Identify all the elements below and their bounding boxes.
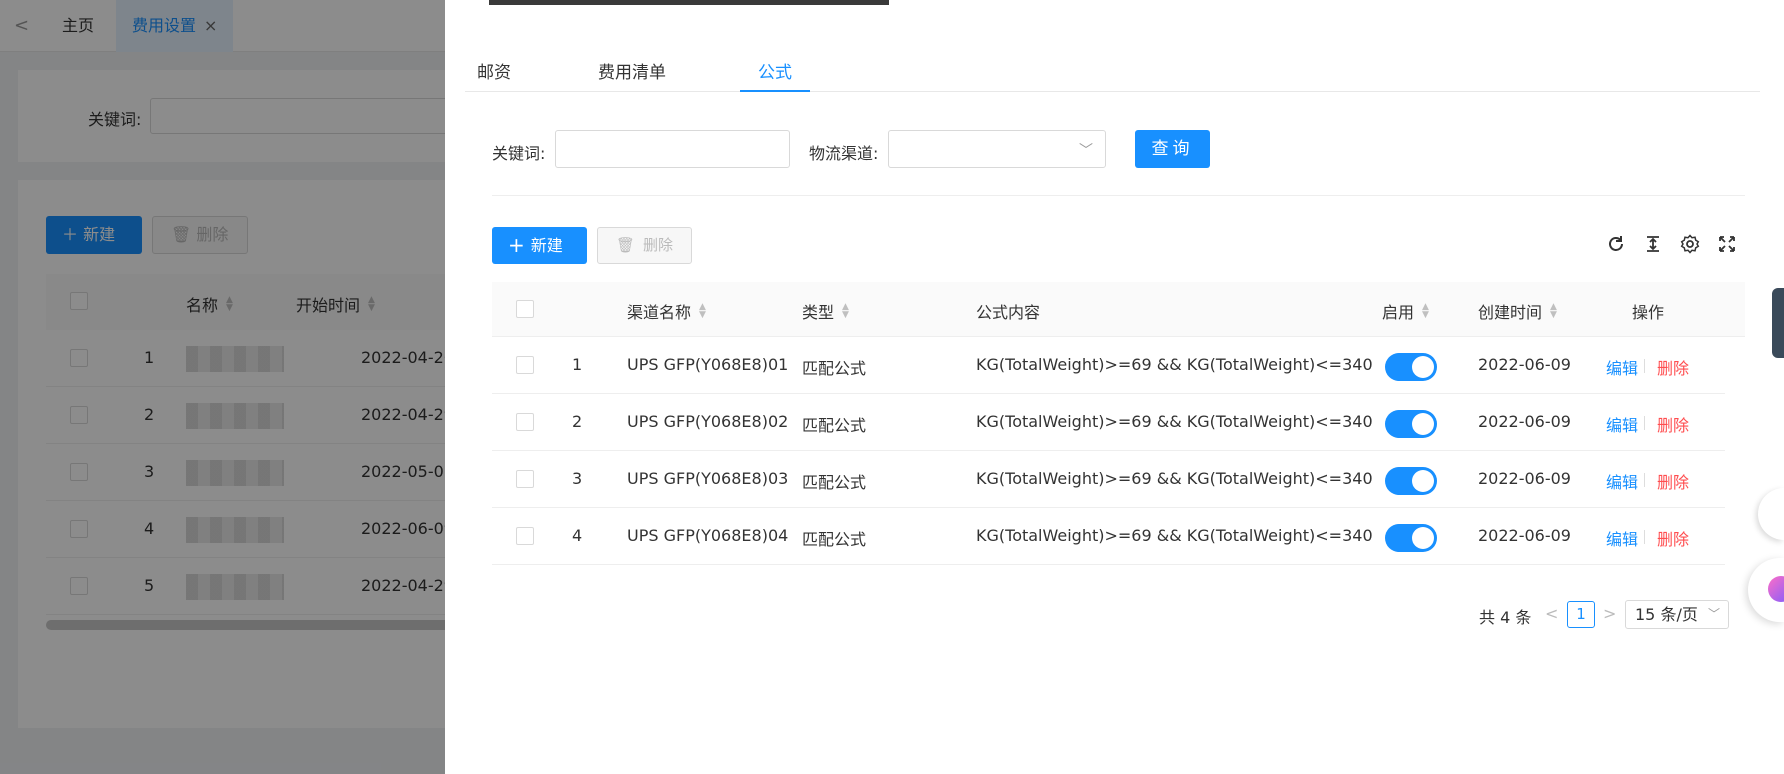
row-index: 4 (572, 526, 583, 545)
new-button[interactable]: + 新建 (492, 227, 587, 264)
row-channel: UPS GFP(Y068E8)01 (627, 355, 789, 374)
edit-link[interactable]: 编辑 (1606, 526, 1638, 550)
trash-icon: 🗑 (616, 236, 636, 254)
page-size-value: 15 条/页 (1635, 605, 1698, 624)
chevron-down-icon: ﹀ (1707, 607, 1720, 621)
delete-link[interactable]: 删除 (1657, 412, 1689, 436)
row-checkbox[interactable] (516, 527, 534, 545)
drawer-top-strip (489, 0, 889, 5)
action-separator (1644, 359, 1645, 373)
row-created: 2022-06-09 (1478, 469, 1571, 488)
table-row: 1 UPS GFP(Y068E8)01 匹配公式 KG(TotalWeight)… (492, 337, 1725, 394)
row-created: 2022-06-09 (1478, 355, 1571, 374)
channel-select[interactable]: ﹀ (888, 130, 1106, 168)
row-formula: KG(TotalWeight)>=69 && KG(TotalWeight)<=… (976, 355, 1373, 374)
toggle-knob (1412, 470, 1434, 492)
tab-formula[interactable]: 公式 (758, 58, 792, 83)
col-created[interactable]: 创建时间 ▲ ▼ (1478, 299, 1557, 323)
enabled-toggle[interactable] (1385, 353, 1437, 381)
col-enabled-label: 启用 (1382, 303, 1415, 322)
tab-postage[interactable]: 邮资 (477, 58, 511, 83)
col-actions: 操作 (1632, 303, 1665, 322)
edit-link[interactable]: 编辑 (1606, 469, 1638, 493)
row-type: 匹配公式 (802, 359, 867, 378)
col-type[interactable]: 类型 ▲ ▼ (802, 299, 849, 323)
chevron-down-icon: ﹀ (1079, 143, 1093, 159)
side-widget-icon[interactable] (1772, 288, 1784, 358)
new-button-label: 新建 (530, 236, 563, 255)
enabled-toggle[interactable] (1385, 467, 1437, 495)
col-channel[interactable]: 渠道名称 ▲ ▼ (627, 299, 706, 323)
sort-icon: ▲ ▼ (842, 302, 849, 320)
col-channel-label: 渠道名称 (627, 303, 692, 322)
select-all-checkbox[interactable] (516, 300, 534, 318)
tab-ink-bar (740, 90, 810, 92)
table-row: 4 UPS GFP(Y068E8)04 匹配公式 KG(TotalWeight)… (492, 508, 1725, 565)
row-channel: UPS GFP(Y068E8)02 (627, 412, 789, 431)
row-formula: KG(TotalWeight)>=69 && KG(TotalWeight)<=… (976, 412, 1373, 431)
row-channel: UPS GFP(Y068E8)03 (627, 469, 789, 488)
pager-page-1[interactable]: 1 (1567, 601, 1595, 628)
delete-button[interactable]: 🗑 删除 (597, 227, 692, 264)
pager-next-icon[interactable]: > (1603, 604, 1616, 623)
enabled-toggle[interactable] (1385, 410, 1437, 438)
fullscreen-icon[interactable] (1716, 234, 1738, 256)
delete-link[interactable]: 删除 (1657, 526, 1689, 550)
action-separator (1644, 416, 1645, 430)
page-size-select[interactable]: 15 条/页 ﹀ (1625, 600, 1729, 629)
col-formula: 公式内容 (976, 303, 1041, 322)
sort-icon: ▲ ▼ (699, 302, 706, 320)
refresh-icon[interactable] (1605, 234, 1627, 256)
keyword-input[interactable] (555, 130, 790, 168)
row-type: 匹配公式 (802, 416, 867, 435)
row-checkbox[interactable] (516, 470, 534, 488)
query-button[interactable]: 查询 (1135, 130, 1210, 168)
col-type-label: 类型 (802, 303, 835, 322)
row-index: 2 (572, 412, 583, 431)
row-created: 2022-06-09 (1478, 412, 1571, 431)
sort-icon: ▲ ▼ (1550, 302, 1557, 320)
drawer-tabs: 邮资 费用清单 公式 (465, 44, 1760, 92)
delete-link[interactable]: 删除 (1657, 355, 1689, 379)
enabled-toggle[interactable] (1385, 524, 1437, 552)
action-separator (1644, 473, 1645, 487)
row-index: 3 (572, 469, 583, 488)
table-row: 3 UPS GFP(Y068E8)03 匹配公式 KG(TotalWeight)… (492, 451, 1725, 508)
plus-icon: + (508, 233, 525, 257)
settings-icon[interactable] (1679, 234, 1701, 256)
col-enabled[interactable]: 启用 ▲ ▼ (1382, 299, 1429, 323)
action-separator (1644, 530, 1645, 544)
pager-prev-icon[interactable]: < (1545, 604, 1558, 623)
row-channel: UPS GFP(Y068E8)04 (627, 526, 789, 545)
edit-link[interactable]: 编辑 (1606, 355, 1638, 379)
table-row: 2 UPS GFP(Y068E8)02 匹配公式 KG(TotalWeight)… (492, 394, 1725, 451)
column-height-icon[interactable] (1642, 234, 1664, 256)
row-formula: KG(TotalWeight)>=69 && KG(TotalWeight)<=… (976, 526, 1373, 545)
row-created: 2022-06-09 (1478, 526, 1571, 545)
formula-drawer: 邮资 费用清单 公式 关键词: 物流渠道: ﹀ 查询 + 新建 🗑 删除 渠道名称 ▲… (445, 0, 1784, 774)
row-checkbox[interactable] (516, 413, 534, 431)
row-index: 1 (572, 355, 583, 374)
toggle-knob (1412, 356, 1434, 378)
delete-button-label: 删除 (643, 236, 674, 254)
delete-link[interactable]: 删除 (1657, 469, 1689, 493)
toggle-knob (1412, 527, 1434, 549)
channel-label: 物流渠道: (809, 144, 879, 163)
keyword-label: 关键词: (492, 144, 546, 163)
row-formula: KG(TotalWeight)>=69 && KG(TotalWeight)<=… (976, 469, 1373, 488)
sort-icon: ▲ ▼ (1422, 302, 1429, 320)
row-type: 匹配公式 (802, 530, 867, 549)
tab-fee-list[interactable]: 费用清单 (598, 58, 666, 83)
row-type: 匹配公式 (802, 473, 867, 492)
table-header: 渠道名称 ▲ ▼ 类型 ▲ ▼ 公式内容 启用 ▲ ▼ 创建时间 ▲ ▼ 操作 (492, 282, 1745, 337)
edit-link[interactable]: 编辑 (1606, 412, 1638, 436)
col-created-label: 创建时间 (1478, 303, 1543, 322)
pager-total: 共 4 条 (1479, 608, 1532, 627)
filter-divider (492, 195, 1745, 196)
row-checkbox[interactable] (516, 356, 534, 374)
assistant-logo-icon (1768, 576, 1784, 602)
toggle-knob (1412, 413, 1434, 435)
